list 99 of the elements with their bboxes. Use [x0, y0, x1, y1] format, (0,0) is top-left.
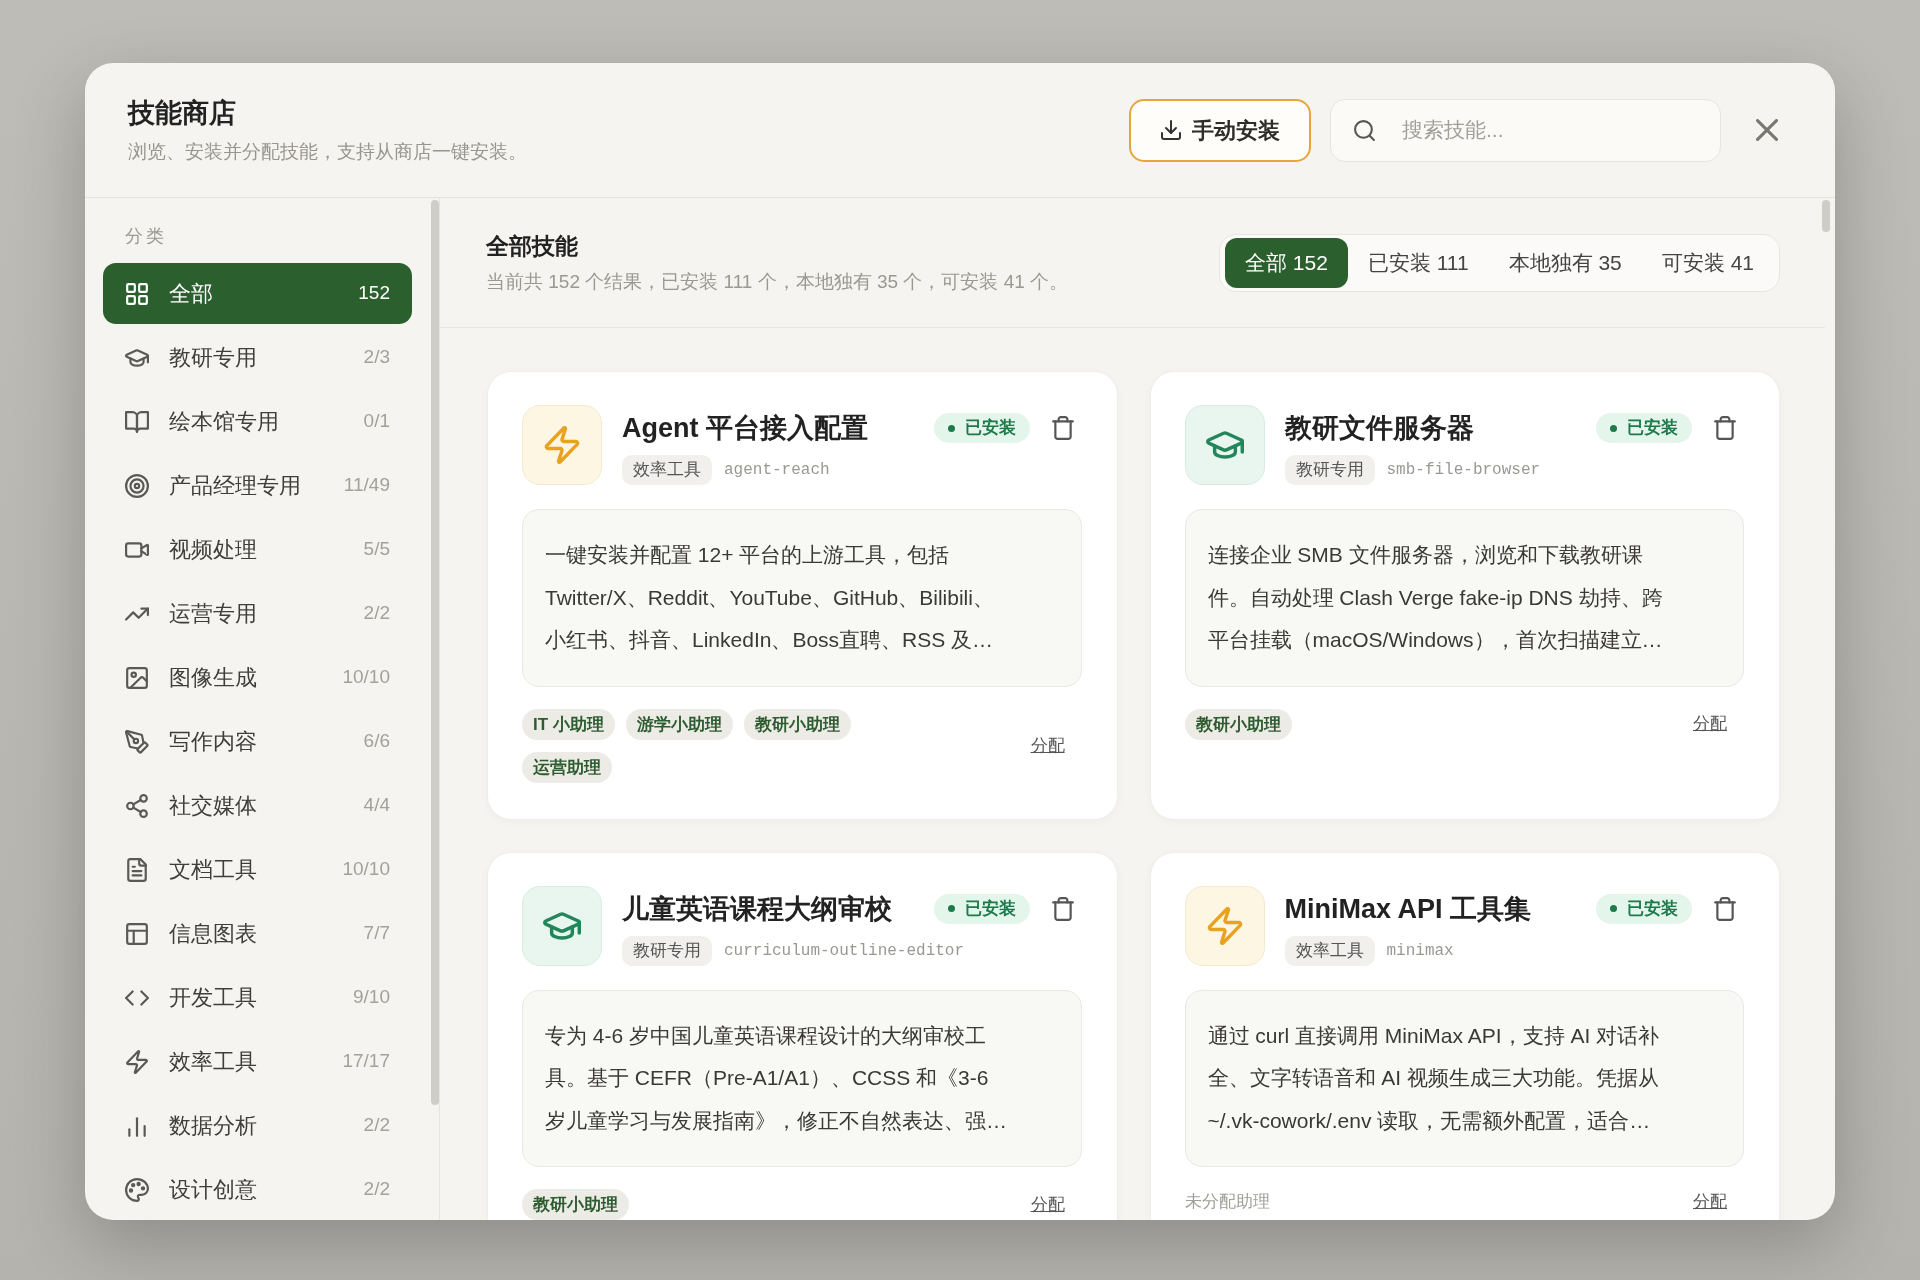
image-icon	[125, 665, 149, 690]
item-count: 2/2	[363, 1177, 390, 1202]
status-label: 已安装	[964, 897, 1016, 920]
assign-link[interactable]: 分配	[1030, 732, 1065, 759]
book-icon	[125, 409, 149, 434]
item-count: 2/2	[363, 1113, 390, 1138]
category-item[interactable]: 教研专用 2/3	[103, 327, 412, 388]
category-item[interactable]: 产品经理专用 11/49	[103, 455, 412, 516]
share-nodes-icon	[125, 793, 149, 818]
item-count: 7/7	[363, 921, 390, 946]
item-count: 2/3	[363, 345, 390, 370]
download-icon	[1160, 119, 1182, 141]
assistant-tag[interactable]: 教研小助理	[743, 708, 851, 740]
item-count: 6/6	[363, 729, 390, 754]
category-tag: 教研专用	[1284, 455, 1375, 485]
category-item[interactable]: 效率工具 17/17	[103, 1031, 412, 1092]
assistant-tag[interactable]: IT 小助理	[522, 708, 615, 740]
skill-name: Agent 平台接入配置	[622, 412, 869, 445]
item-count: 9/10	[353, 985, 390, 1010]
close-icon[interactable]	[1756, 119, 1778, 141]
lightning-icon	[1184, 885, 1265, 966]
category-item[interactable]: 信息图表 7/7	[103, 903, 412, 964]
palette-icon	[125, 1177, 149, 1202]
grid-icon	[125, 281, 149, 306]
skill-id: curriculum-outline-editor	[724, 940, 965, 962]
assign-link[interactable]: 分配	[1030, 1191, 1065, 1218]
item-count: 5/5	[363, 537, 390, 562]
status-dot-icon	[947, 424, 955, 432]
skill-description: 一键安装并配置 12+ 平台的上游工具，包括 Twitter/X、Reddit、YouTube、GitHub、Bilibili、 小红书、抖音、LinkedIn、Boss直聘、RSS 及…	[522, 509, 1082, 687]
status-label: 已安装	[964, 417, 1016, 440]
skill-description: 连接企业 SMB 文件服务器，浏览和下载教研课 件。自动处理 Clash Verge fake-ip DNS 劫持、跨 平台挂载（macOS/Windows），首次扫描建立…	[1184, 509, 1744, 687]
skill-id: minimax	[1386, 940, 1454, 962]
status-dot-icon	[1610, 424, 1617, 432]
skill-description: 通过 curl 直接调用 MiniMax API，支持 AI 对话补 全、文字转语音和 AI 视频生成三大功能。凭据从 ~/.vk-cowork/.env 读取，无需额外配置，适合…	[1184, 989, 1744, 1167]
dialog-subtitle: 浏览、安装并分配技能，支持从商店一键安装。	[128, 139, 527, 164]
lightning-icon	[125, 1049, 149, 1074]
skill-name: 儿童英语课程大纲审校	[622, 892, 893, 926]
item-count: 10/10	[342, 857, 390, 882]
item-count: 4/4	[363, 793, 390, 818]
layout-icon	[125, 921, 149, 946]
category-tag: 教研专用	[622, 935, 712, 966]
status-dot-icon	[947, 905, 955, 912]
skill-name: 教研文件服务器	[1284, 412, 1475, 445]
filter-tab[interactable]: 可安装 41	[1641, 237, 1774, 288]
skill-id: smb-file-browser	[1386, 460, 1541, 481]
trash-icon[interactable]	[1051, 416, 1074, 440]
search-field[interactable]: 搜索技能...	[1330, 98, 1721, 162]
trash-icon[interactable]	[1714, 416, 1736, 440]
filter-tab[interactable]: 全部 152	[1224, 237, 1348, 288]
category-tag: 效率工具	[622, 455, 712, 485]
status-label: 已安装	[1627, 897, 1678, 920]
item-count: 0/1	[363, 409, 390, 434]
category-item[interactable]: 图像生成 10/10	[103, 647, 412, 708]
graduation-cap-icon	[1184, 405, 1265, 485]
category-item[interactable]: 开发工具 9/10	[103, 967, 412, 1028]
skill-name: MiniMax API 工具集	[1284, 892, 1533, 926]
item-count: 10/10	[342, 665, 390, 690]
section-title: 全部技能	[486, 232, 579, 261]
manual-install-button[interactable]: 手动安装	[1129, 98, 1311, 162]
category-item[interactable]: 社交媒体 4/4	[103, 775, 412, 836]
skill-id: agent-reach	[724, 460, 830, 481]
assistant-tag[interactable]: 教研小助理	[522, 1189, 629, 1220]
status-label: 已安装	[1627, 417, 1678, 440]
search-icon	[1353, 118, 1376, 142]
pen-nib-icon	[125, 729, 149, 754]
trash-icon[interactable]	[1051, 896, 1074, 921]
category-item[interactable]: 写作内容 6/6	[103, 711, 412, 772]
item-count: 11/49	[343, 473, 390, 498]
target-icon	[125, 473, 149, 498]
result-summary: 当前共 152 个结果，已安装 111 个，本地独有 35 个，可安装 41 个。	[486, 270, 1069, 294]
category-item[interactable]: 全部 152	[103, 263, 412, 324]
skill-description: 专为 4-6 岁中国儿童英语课程设计的大纲审校工 具。基于 CEFR（Pre-A1/A1）、CCSS 和《3-6 岁儿童学习与发展指南》，修正不自然表达、强…	[522, 989, 1082, 1167]
category-item[interactable]: 设计创意 2/2	[103, 1159, 412, 1220]
scrollbar-thumb[interactable]	[431, 200, 439, 1105]
trash-icon[interactable]	[1714, 896, 1736, 921]
status-dot-icon	[1610, 905, 1617, 912]
assign-link[interactable]: 分配	[1693, 711, 1727, 737]
unassigned-note: 未分配助理	[1184, 1191, 1270, 1213]
item-count: 17/17	[342, 1049, 390, 1074]
assistant-tag[interactable]: 教研小助理	[1184, 708, 1292, 740]
graduation-cap-icon	[522, 885, 602, 966]
lightning-icon	[522, 405, 602, 485]
filter-tab[interactable]: 已安装 111	[1347, 237, 1489, 288]
assign-link[interactable]: 分配	[1693, 1189, 1727, 1215]
category-item[interactable]: 视频处理 5/5	[103, 519, 412, 580]
document-icon	[125, 857, 149, 882]
filter-tab[interactable]: 本地独有 35	[1488, 237, 1642, 288]
assistant-tag[interactable]: 游学小助理	[625, 708, 733, 740]
category-item[interactable]: 数据分析 2/2	[103, 1095, 412, 1156]
item-count: 2/2	[363, 601, 390, 626]
item-count: 152	[358, 281, 390, 306]
category-item[interactable]: 运营专用 2/2	[103, 583, 412, 644]
category-tag: 效率工具	[1284, 935, 1375, 966]
assistant-tag[interactable]: 运营助理	[522, 751, 612, 783]
category-item[interactable]: 文档工具 10/10	[103, 839, 412, 900]
category-item[interactable]: 绘本馆专用 0/1	[103, 391, 412, 452]
dialog-title: 技能商店	[128, 96, 237, 129]
sidebar-heading: 分类	[124, 225, 168, 248]
scrollbar-thumb[interactable]	[1822, 200, 1830, 232]
